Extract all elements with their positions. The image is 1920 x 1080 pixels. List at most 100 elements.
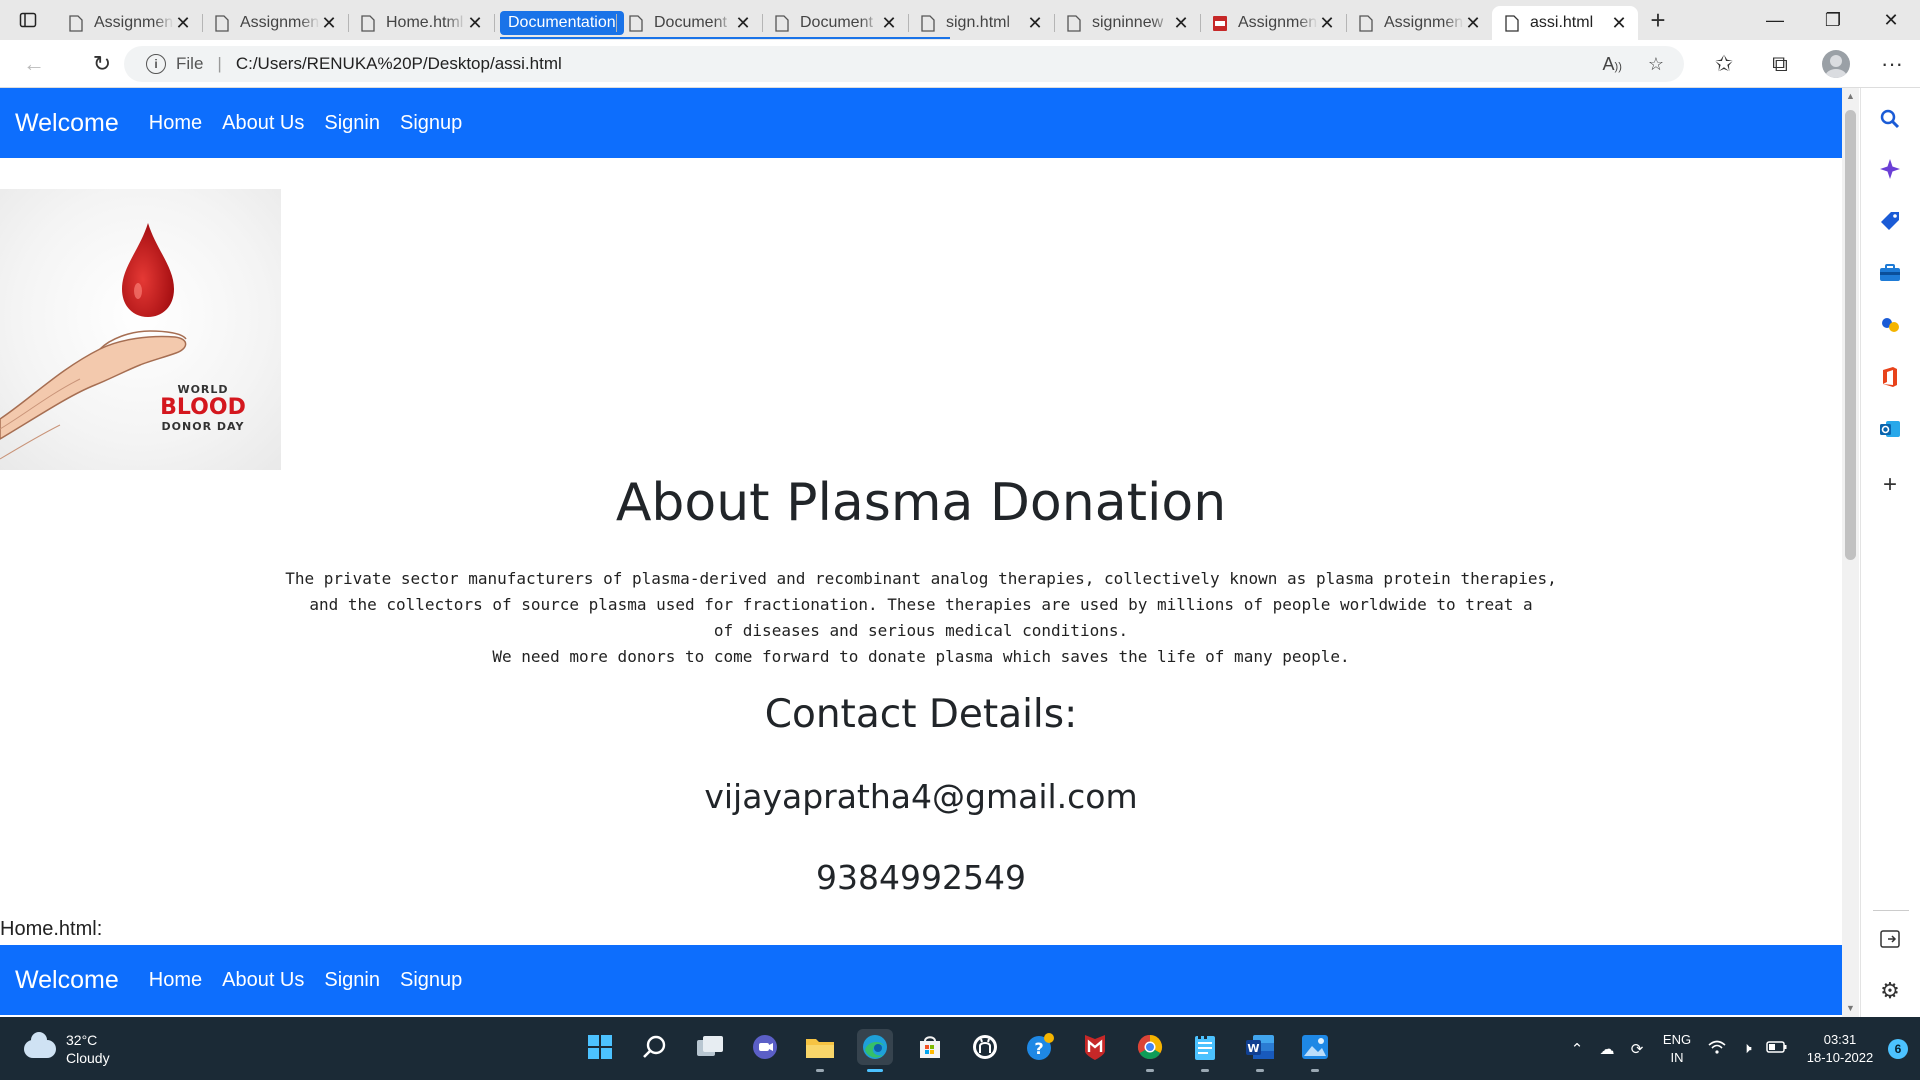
close-icon[interactable]: ✕ bbox=[880, 13, 898, 34]
nav-link-signin[interactable]: Signin bbox=[324, 112, 380, 135]
tab-label: Document bbox=[654, 14, 727, 31]
close-icon[interactable]: ✕ bbox=[1610, 13, 1628, 34]
sidebar-tools-icon[interactable] bbox=[1877, 260, 1903, 286]
mcafee-icon[interactable] bbox=[1077, 1029, 1113, 1065]
weather-widget[interactable]: 32°C Cloudy bbox=[24, 1031, 110, 1067]
sync-icon[interactable]: ⟳ bbox=[1622, 1040, 1652, 1058]
refresh-icon: ↻ bbox=[92, 50, 112, 76]
microsoft-store-icon[interactable] bbox=[912, 1029, 948, 1065]
close-icon[interactable]: ✕ bbox=[734, 13, 752, 34]
nav-link-home[interactable]: Home bbox=[149, 969, 202, 992]
battery-icon[interactable] bbox=[1762, 1040, 1792, 1058]
favorites-button[interactable]: ✩ bbox=[1696, 46, 1752, 82]
notepad-icon[interactable] bbox=[1187, 1029, 1223, 1072]
refresh-button[interactable]: ↻ bbox=[80, 46, 124, 82]
nav-link-signup[interactable]: Signup bbox=[400, 969, 462, 992]
minimize-button[interactable]: — bbox=[1746, 0, 1804, 40]
back-button[interactable]: ← bbox=[12, 46, 56, 82]
tab-assi-html[interactable]: assi.html ✕ bbox=[1492, 6, 1638, 40]
tab-signinnew[interactable]: signinnew ✕ bbox=[1054, 6, 1200, 40]
sidebar-search-icon[interactable] bbox=[1877, 106, 1903, 132]
tab-assignment-pdf[interactable]: Assignment ✕ bbox=[1200, 6, 1346, 40]
tab-document-1[interactable]: Document ✕ bbox=[616, 6, 762, 40]
sidebar-settings-icon[interactable]: ⚙ bbox=[1877, 978, 1903, 1004]
navbar-brand[interactable]: Welcome bbox=[15, 109, 119, 138]
restore-button[interactable]: ❐ bbox=[1804, 0, 1862, 40]
page-title: About Plasma Donation bbox=[615, 473, 1227, 533]
close-icon[interactable]: ✕ bbox=[466, 13, 484, 34]
page-viewport: Welcome Home About Us Signin Signup WORL… bbox=[0, 88, 1842, 1017]
tab-sign-html[interactable]: sign.html ✕ bbox=[908, 6, 1054, 40]
notification-badge[interactable]: 6 bbox=[1888, 1038, 1908, 1059]
windows-start-icon[interactable] bbox=[582, 1029, 618, 1065]
show-hidden-icons-chevron-icon[interactable]: ⌃ bbox=[1562, 1040, 1592, 1058]
sidebar-office-icon[interactable] bbox=[1877, 364, 1903, 390]
image-caption: WORLD BLOOD DONOR DAY bbox=[148, 383, 258, 433]
tab-actions-button[interactable] bbox=[0, 0, 56, 40]
scroll-up-arrow-icon[interactable]: ▲ bbox=[1842, 88, 1859, 105]
sidebar-shopping-icon[interactable] bbox=[1877, 208, 1903, 234]
nav-link-home[interactable]: Home bbox=[149, 112, 202, 135]
tab-group-chip[interactable]: Documentation bbox=[500, 11, 624, 35]
close-icon[interactable]: ✕ bbox=[1026, 13, 1044, 34]
clock[interactable]: 03:31 18-10-2022 bbox=[1792, 1031, 1888, 1067]
sidebar-games-icon[interactable] bbox=[1877, 312, 1903, 338]
tab-home-html[interactable]: Home.html ✕ bbox=[348, 6, 494, 40]
window-controls: — ❐ ✕ bbox=[1746, 0, 1920, 40]
nav-link-signup[interactable]: Signup bbox=[400, 112, 462, 135]
tab-document-2[interactable]: Document ✕ bbox=[762, 6, 908, 40]
help-icon[interactable]: ? bbox=[1022, 1029, 1058, 1065]
tab-group-documentation[interactable]: Documentation bbox=[494, 6, 624, 40]
new-tab-button[interactable]: + bbox=[1638, 0, 1678, 40]
page-icon bbox=[1504, 14, 1520, 32]
collections-button[interactable]: ⧉ bbox=[1752, 46, 1808, 82]
vertical-scrollbar[interactable]: ▲ ▼ bbox=[1842, 88, 1859, 1017]
tab-actions-icon bbox=[19, 12, 37, 28]
file-explorer-icon[interactable] bbox=[802, 1029, 838, 1072]
search-icon[interactable] bbox=[637, 1029, 673, 1065]
nav-link-about-us[interactable]: About Us bbox=[222, 112, 304, 135]
tab-assignment-1[interactable]: Assignment ✕ bbox=[56, 6, 202, 40]
window-close-button[interactable]: ✕ bbox=[1862, 0, 1920, 40]
url-text[interactable]: C:/Users/RENUKA%20P/Desktop/assi.html bbox=[236, 54, 562, 74]
settings-more-button[interactable]: ··· bbox=[1864, 46, 1920, 82]
close-icon[interactable]: ✕ bbox=[1318, 13, 1336, 34]
task-view-icon[interactable] bbox=[692, 1029, 728, 1065]
nav-link-signin[interactable]: Signin bbox=[324, 969, 380, 992]
sidebar-add-icon[interactable]: + bbox=[1877, 471, 1903, 498]
close-icon[interactable]: ✕ bbox=[1172, 13, 1190, 34]
running-indicator bbox=[1256, 1069, 1264, 1072]
close-icon[interactable]: ✕ bbox=[320, 13, 338, 34]
language-indicator[interactable]: ENG IN bbox=[1652, 1031, 1702, 1067]
sidebar-hide-icon[interactable] bbox=[1877, 926, 1903, 952]
scrollbar-thumb[interactable] bbox=[1845, 110, 1856, 560]
onedrive-cloud-icon[interactable]: ☁ bbox=[1592, 1040, 1622, 1058]
contact-heading: Contact Details: bbox=[764, 692, 1078, 737]
sidebar-copilot-icon[interactable] bbox=[1877, 156, 1903, 182]
navbar-brand[interactable]: Welcome bbox=[15, 966, 119, 995]
tab-label: Assignment bbox=[94, 14, 174, 31]
info-icon[interactable]: i bbox=[146, 54, 166, 74]
photos-icon[interactable] bbox=[1297, 1029, 1333, 1072]
close-icon[interactable]: ✕ bbox=[174, 13, 192, 34]
sidebar-outlook-icon[interactable] bbox=[1877, 416, 1903, 442]
word-icon[interactable]: W bbox=[1242, 1029, 1278, 1072]
chrome-icon[interactable] bbox=[1132, 1029, 1168, 1072]
volume-muted-icon[interactable]: 🕨 bbox=[1732, 1040, 1762, 1057]
tab-assignment-2[interactable]: Assignment ✕ bbox=[202, 6, 348, 40]
edge-icon[interactable] bbox=[857, 1029, 893, 1072]
github-desktop-icon[interactable] bbox=[967, 1029, 1003, 1065]
tab-assignment-3[interactable]: Assignment ✕ bbox=[1346, 6, 1492, 40]
address-separator: | bbox=[217, 54, 222, 73]
close-icon[interactable]: ✕ bbox=[1464, 13, 1482, 34]
address-bar[interactable]: i File | C:/Users/RENUKA%20P/Desktop/ass… bbox=[124, 46, 1684, 82]
nav-link-about-us[interactable]: About Us bbox=[222, 969, 304, 992]
weather-condition: Cloudy bbox=[66, 1050, 110, 1066]
wifi-icon[interactable] bbox=[1702, 1040, 1732, 1058]
teams-chat-icon[interactable] bbox=[747, 1029, 783, 1065]
profile-button[interactable] bbox=[1808, 46, 1864, 82]
contact-phone: 9384992549 bbox=[816, 858, 1026, 897]
add-favorite-icon[interactable]: ☆ bbox=[1648, 54, 1664, 75]
read-aloud-icon[interactable]: A)) bbox=[1603, 54, 1622, 75]
scroll-down-arrow-icon[interactable]: ▼ bbox=[1842, 1000, 1859, 1017]
